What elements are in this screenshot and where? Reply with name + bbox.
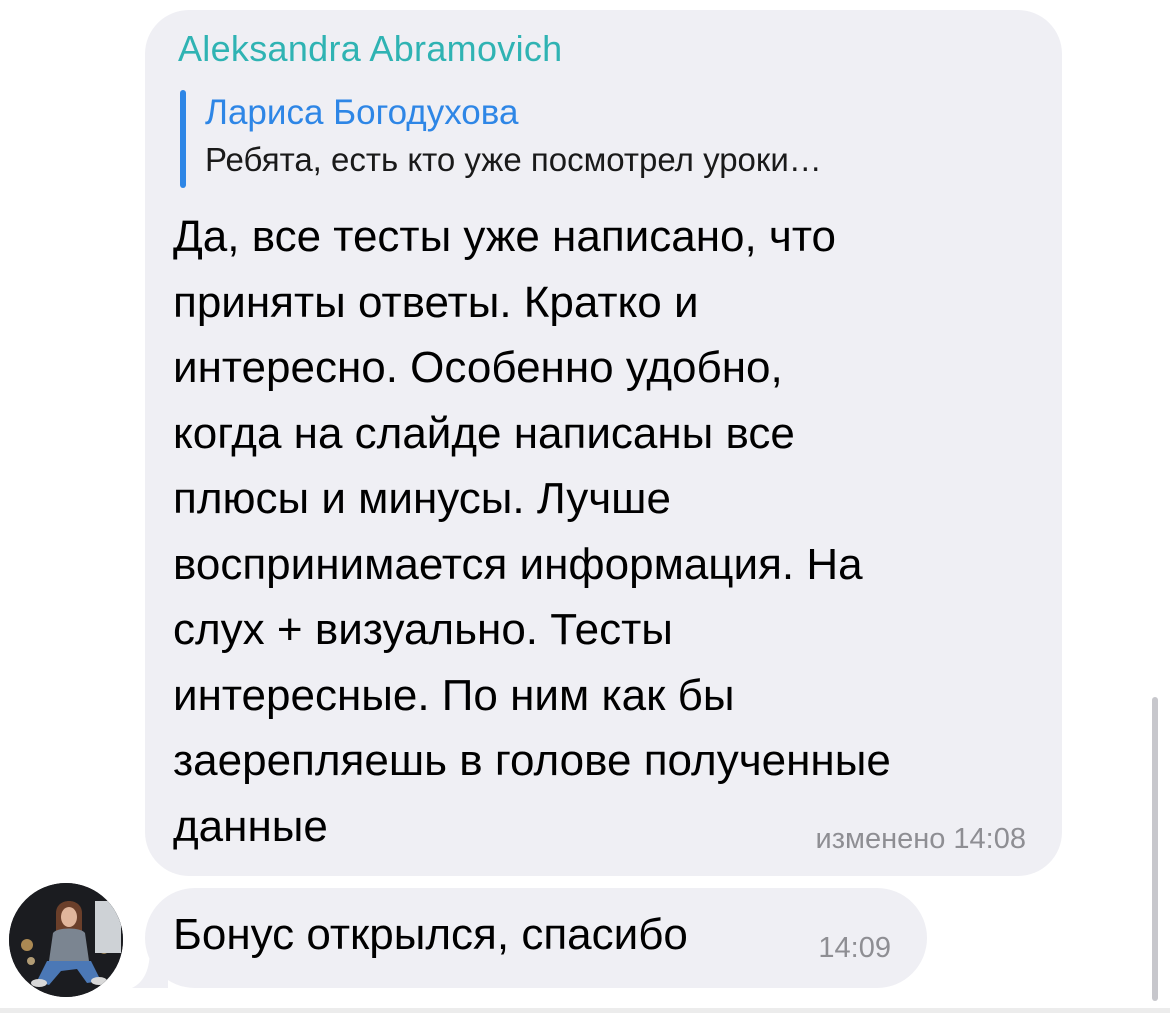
reply-accent-bar [180, 90, 186, 188]
message-timestamp: 14:09 [818, 932, 891, 964]
reply-snippet: Ребята, есть кто уже посмотрел уроки… [205, 141, 822, 178]
message-bubble[interactable]: Бонус открылся, спасибо 14:09 [145, 888, 927, 988]
sender-name[interactable]: Aleksandra Abramovich [178, 28, 563, 70]
chat-view: Aleksandra Abramovich Лариса Богодухова … [0, 0, 1170, 1013]
message-text: Бонус открылся, спасибо [173, 910, 688, 959]
divider [0, 1008, 1170, 1013]
message-bubble[interactable]: Aleksandra Abramovich Лариса Богодухова … [145, 10, 1062, 876]
message-text: Да, все тесты уже написано, что приняты … [173, 212, 891, 851]
reply-author: Лариса Богодухова [205, 93, 519, 132]
scrollbar[interactable] [1152, 697, 1158, 1001]
message-timestamp: изменено 14:08 [815, 823, 1026, 855]
reply-preview[interactable]: Лариса Богодухова Ребята, есть кто уже п… [178, 90, 1038, 188]
user-avatar[interactable] [9, 883, 123, 997]
avatar-photo-icon [9, 883, 123, 997]
